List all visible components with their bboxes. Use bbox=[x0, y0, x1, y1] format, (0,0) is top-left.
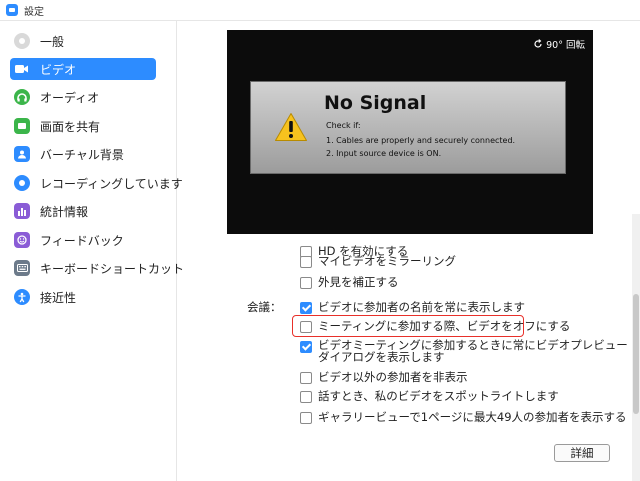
sidebar-item-label: オーディオ bbox=[40, 90, 100, 105]
warning-icon bbox=[275, 113, 307, 141]
option-label: ビデオ以外の参加者を非表示 bbox=[318, 370, 468, 384]
option-always-show-preview[interactable]: ビデオミーティングに参加するときに常にビデオプレビューダイアログを表示します bbox=[300, 339, 630, 363]
sidebar-item-video[interactable]: ビデオ bbox=[10, 58, 156, 80]
title-bar: 設定 bbox=[0, 0, 640, 21]
record-icon bbox=[14, 175, 30, 191]
sidebar-item-label: 接近性 bbox=[40, 290, 77, 305]
zoom-app-icon bbox=[6, 4, 18, 16]
keyboard-icon bbox=[14, 260, 30, 276]
gear-icon bbox=[14, 33, 30, 49]
no-signal-line-1: 1. Cables are properly and securely conn… bbox=[326, 136, 516, 145]
headphones-icon bbox=[14, 89, 30, 105]
sidebar-item-feedback[interactable]: フィードバック bbox=[10, 229, 156, 251]
sidebar-item-label: ビデオ bbox=[40, 62, 77, 77]
sidebar-item-label: フィードバック bbox=[40, 233, 124, 248]
accessibility-icon bbox=[14, 289, 30, 305]
feedback-icon bbox=[14, 232, 30, 248]
option-touch-up[interactable]: 外見を補正する bbox=[300, 275, 399, 290]
meeting-section-label: 会議： bbox=[247, 300, 282, 314]
rotate-icon bbox=[534, 39, 542, 48]
no-signal-check-text: Check if: bbox=[326, 121, 361, 130]
sidebar-item-label: 統計情報 bbox=[40, 204, 89, 219]
option-gallery-49[interactable]: ギャラリービューで1ページに最大49人の参加者を表示する bbox=[300, 410, 627, 425]
option-hide-non-video[interactable]: ビデオ以外の参加者を非表示 bbox=[300, 370, 468, 385]
no-signal-panel: No Signal Check if: 1. Cables are proper… bbox=[250, 81, 566, 174]
option-label: ビデオミーティングに参加するときに常にビデオプレビューダイアログを表示します bbox=[318, 338, 628, 364]
highlight-box bbox=[292, 315, 524, 337]
option-label: 話すとき、私のビデオをスポットライトします bbox=[318, 389, 559, 403]
detail-button[interactable]: 詳細 bbox=[554, 444, 610, 462]
share-screen-icon bbox=[14, 118, 30, 134]
option-label: ビデオに参加者の名前を常に表示します bbox=[318, 300, 525, 314]
show-names-checkbox[interactable] bbox=[300, 302, 312, 314]
sidebar-item-share-screen[interactable]: 画面を共有 bbox=[10, 115, 156, 137]
virtual-background-icon bbox=[14, 146, 30, 162]
hide-non-video-checkbox[interactable] bbox=[300, 372, 312, 384]
spotlight-checkbox[interactable] bbox=[300, 391, 312, 403]
sidebar-item-keyboard-shortcuts[interactable]: キーボードショートカット bbox=[10, 257, 184, 279]
sidebar-item-label: キーボードショートカット bbox=[40, 261, 185, 276]
no-signal-title: No Signal bbox=[324, 92, 427, 114]
sidebar-item-virtual-background[interactable]: バーチャル背景 bbox=[10, 143, 156, 165]
camera-preview: 90° 回転 No Signal Check if: 1. Cables are… bbox=[227, 30, 593, 234]
gallery-49-checkbox[interactable] bbox=[300, 412, 312, 424]
sidebar-item-label: 一般 bbox=[40, 34, 65, 49]
content-scrollbar[interactable] bbox=[632, 214, 640, 481]
no-signal-line-2: 2. Input source device is ON. bbox=[326, 149, 442, 158]
sidebar-item-recording[interactable]: レコーディングしています bbox=[10, 172, 183, 194]
statistics-icon bbox=[14, 203, 30, 219]
option-label: マイビデオをミラーリング bbox=[318, 254, 456, 268]
sidebar-item-audio[interactable]: オーディオ bbox=[10, 86, 156, 108]
sidebar-item-accessibility[interactable]: 接近性 bbox=[10, 286, 156, 308]
settings-sidebar: 一般 ビデオ オーディオ 画面を共有 バーチャル背景 レコーディングしています bbox=[0, 21, 184, 481]
touch-up-checkbox[interactable] bbox=[300, 277, 312, 289]
sidebar-item-label: バーチャル背景 bbox=[40, 147, 124, 162]
rotate-label: 90° 回転 bbox=[546, 40, 585, 51]
option-label: ギャラリービューで1ページに最大49人の参加者を表示する bbox=[318, 410, 627, 424]
window-title: 設定 bbox=[24, 6, 44, 18]
option-spotlight-my-video[interactable]: 話すとき、私のビデオをスポットライトします bbox=[300, 389, 559, 404]
sidebar-item-statistics[interactable]: 統計情報 bbox=[10, 200, 156, 222]
sidebar-item-general[interactable]: 一般 bbox=[10, 30, 156, 52]
option-show-names[interactable]: ビデオに参加者の名前を常に表示します bbox=[300, 300, 525, 315]
video-camera-icon bbox=[14, 61, 30, 77]
rotate-90-button[interactable]: 90° 回転 bbox=[533, 36, 585, 52]
sidebar-item-label: レコーディングしています bbox=[40, 176, 183, 191]
scrollbar-thumb[interactable] bbox=[633, 294, 639, 414]
video-settings-panel: 90° 回転 No Signal Check if: 1. Cables are… bbox=[177, 21, 640, 481]
show-preview-checkbox[interactable] bbox=[300, 341, 312, 353]
option-mirror-video[interactable]: マイビデオをミラーリング bbox=[300, 254, 456, 269]
mirror-checkbox[interactable] bbox=[300, 256, 312, 268]
sidebar-item-label: 画面を共有 bbox=[40, 119, 101, 134]
option-label: 外見を補正する bbox=[318, 275, 399, 289]
